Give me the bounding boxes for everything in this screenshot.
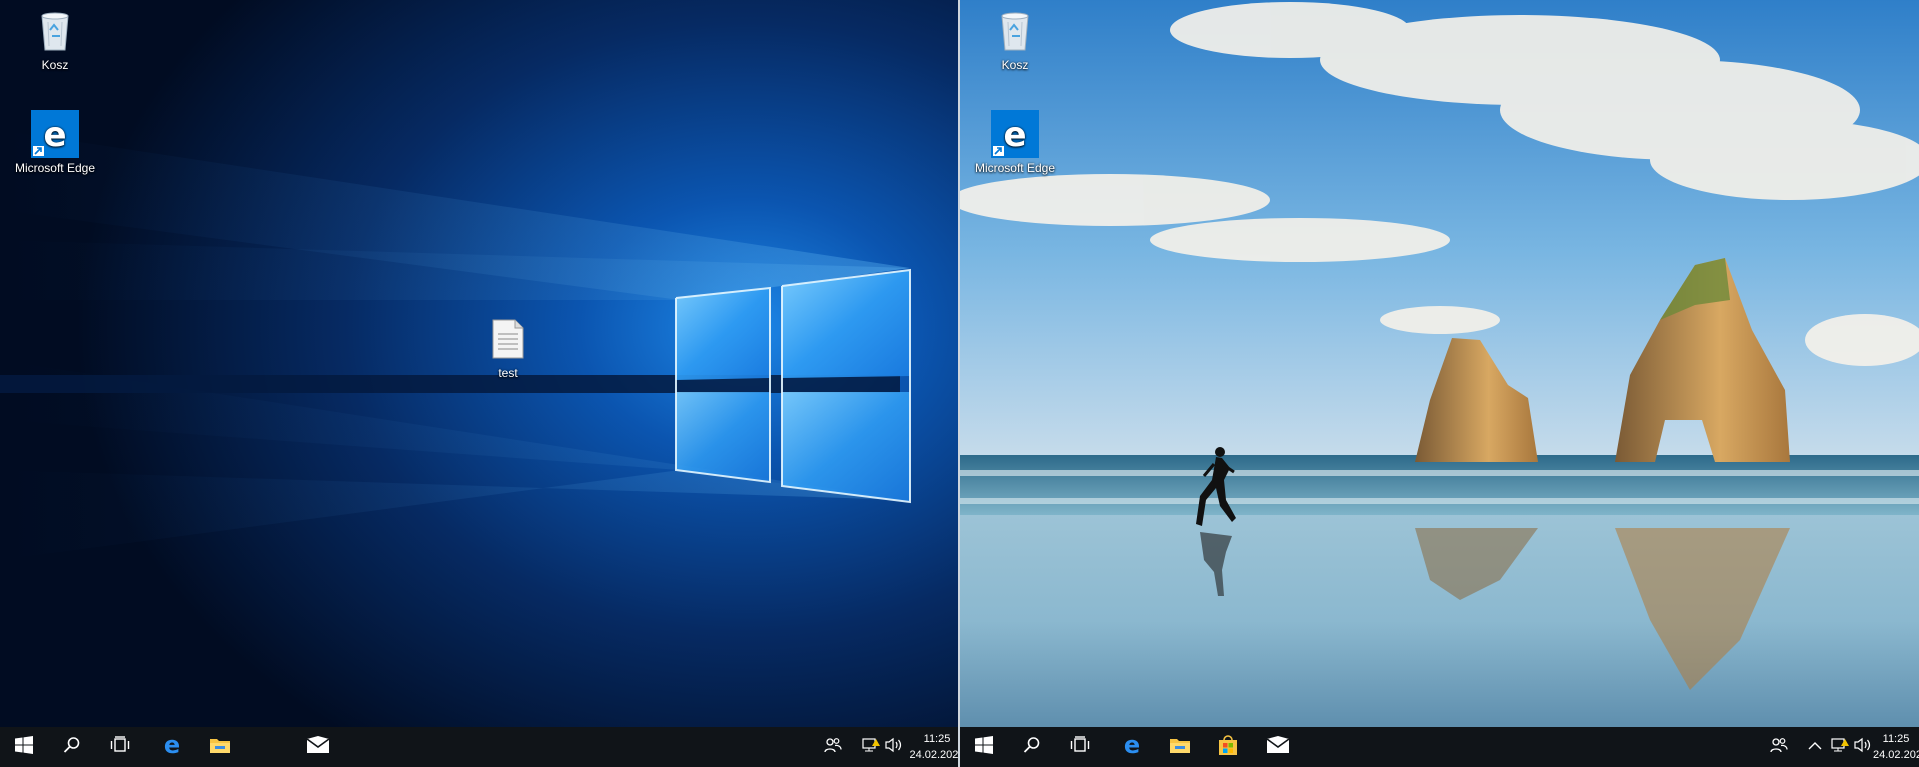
recycle-bin-icon	[967, 8, 1063, 55]
right-taskbar: e 11:25 24.02.202	[960, 727, 1919, 767]
taskbar-file-explorer-button[interactable]	[196, 727, 244, 767]
desktop-icon-label: test	[498, 366, 518, 380]
mail-icon	[306, 735, 330, 759]
search-button[interactable]	[1008, 727, 1056, 767]
left-monitor-screen: Kosz e Microsoft Edge test e 11:25 24.02…	[0, 0, 958, 767]
recycle-bin-icon	[7, 8, 103, 55]
start-icon	[15, 735, 33, 759]
desktop-icon-microsoft-edge[interactable]: e Microsoft Edge	[967, 110, 1063, 175]
task-view-button[interactable]	[1056, 727, 1104, 767]
people-icon	[824, 737, 842, 758]
taskbar-mail-button[interactable]	[294, 727, 342, 767]
svg-text:e: e	[43, 115, 66, 155]
search-icon	[1023, 736, 1041, 759]
people-icon	[1770, 737, 1788, 758]
taskbar-clock[interactable]: 11:25 24.02.2020	[906, 731, 958, 763]
start-icon	[975, 735, 993, 759]
task-view-icon	[1070, 735, 1090, 759]
file-explorer-icon	[1169, 736, 1191, 759]
start-button[interactable]	[960, 727, 1008, 767]
taskbar-store-button[interactable]	[1204, 727, 1252, 767]
desktop-icon-test-file[interactable]: test	[460, 318, 556, 380]
right-monitor-screen: Kosz e Microsoft Edge e 11:25 24.02.202	[960, 0, 1919, 767]
desktop-icon-label: Microsoft Edge	[974, 161, 1056, 175]
edge-icon: e	[1121, 731, 1143, 761]
network-icon	[1829, 737, 1849, 758]
clock-time: 11:25	[1882, 733, 1910, 745]
desktop-icon-label: Microsoft Edge	[14, 161, 96, 175]
edge-icon: e	[31, 110, 79, 158]
network-status[interactable]	[858, 727, 882, 767]
right-wallpaper	[960, 0, 1919, 727]
search-button[interactable]	[48, 727, 96, 767]
store-icon	[1217, 734, 1239, 761]
svg-text:e: e	[164, 734, 180, 756]
desktop-icon-label: Kosz	[1001, 58, 1029, 72]
desktop-icon-label: Kosz	[41, 58, 69, 72]
taskbar-edge-button[interactable]: e	[148, 727, 196, 767]
network-icon	[860, 737, 880, 758]
volume-control[interactable]	[1851, 727, 1875, 767]
people-button[interactable]	[1767, 727, 1791, 767]
taskbar-edge-button[interactable]: e	[1108, 727, 1156, 767]
network-status[interactable]	[1827, 727, 1851, 767]
left-taskbar: e 11:25 24.02.202	[0, 727, 958, 767]
desktop-icon-recycle-bin[interactable]: Kosz	[7, 8, 103, 72]
taskbar-file-explorer-button[interactable]	[1156, 727, 1204, 767]
clock-time: 11:25	[923, 733, 951, 745]
text-file-icon	[460, 318, 556, 363]
edge-icon: e	[991, 110, 1039, 158]
volume-icon	[1854, 737, 1872, 758]
mail-icon	[1266, 735, 1290, 759]
desktop-icon-recycle-bin[interactable]: Kosz	[967, 8, 1063, 72]
desktop-icon-microsoft-edge[interactable]: e Microsoft Edge	[7, 110, 103, 175]
file-explorer-icon	[209, 736, 231, 759]
clock-date: 24.02.2020	[909, 749, 958, 761]
volume-icon	[885, 737, 903, 758]
chevron-up-icon	[1808, 738, 1822, 756]
search-icon	[63, 736, 81, 759]
people-button[interactable]	[821, 727, 845, 767]
task-view-button[interactable]	[96, 727, 144, 767]
start-button[interactable]	[0, 727, 48, 767]
task-view-icon	[110, 735, 130, 759]
show-hidden-icons-button[interactable]	[1803, 727, 1827, 767]
svg-text:e: e	[1124, 734, 1140, 756]
edge-icon: e	[161, 731, 183, 761]
taskbar-mail-button[interactable]	[1254, 727, 1302, 767]
volume-control[interactable]	[882, 727, 906, 767]
svg-text:e: e	[1003, 115, 1026, 155]
taskbar-clock[interactable]: 11:25 24.02.2020	[1873, 731, 1919, 763]
clock-date: 24.02.2020	[1873, 749, 1919, 761]
